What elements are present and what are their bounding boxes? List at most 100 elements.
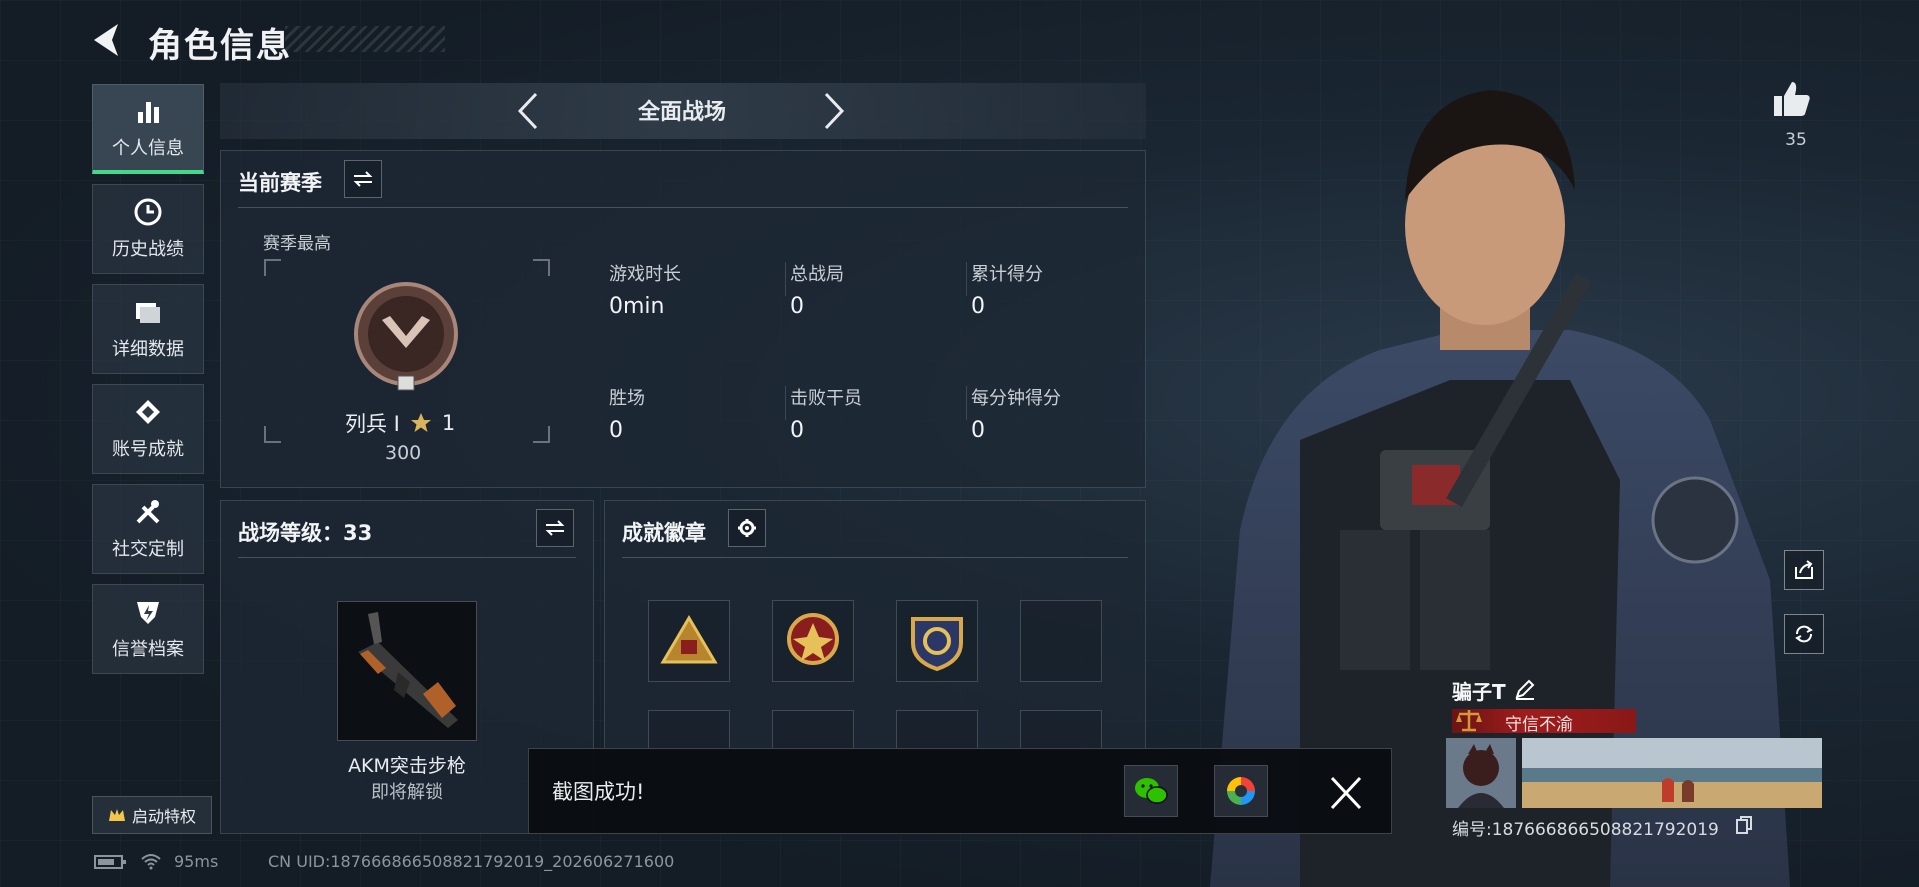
badge-slot-empty[interactable] (1020, 710, 1102, 748)
folder-icon (136, 303, 160, 323)
skull-badge-icon (787, 613, 839, 665)
player-name: 骗子T (1452, 680, 1506, 704)
badge-slot[interactable] (648, 600, 730, 682)
stat-value: 0min (609, 294, 665, 319)
badges-title: 成就徽章 (622, 521, 706, 545)
privilege-icon (108, 809, 125, 821)
stat-divider (966, 262, 967, 296)
sidebar-item-match-history[interactable]: 历史战绩 (92, 184, 204, 274)
stat-label: 总战局 (790, 264, 844, 285)
sidebar-item-label: 账号成就 (112, 439, 184, 460)
sidebar-item-social-custom[interactable]: 社交定制 (92, 484, 204, 574)
launch-privilege-button[interactable]: 启动特权 (92, 796, 212, 834)
sidebar-item-detailed-data[interactable]: 详细数据 (92, 284, 204, 374)
stat-value: 0 (790, 294, 804, 319)
avatar (1446, 738, 1516, 808)
toast-close-button[interactable] (1320, 770, 1372, 816)
badge-slot-empty[interactable] (772, 710, 854, 748)
wifi-icon (141, 854, 161, 870)
sidebar-item-label: 个人信息 (112, 137, 184, 159)
rank-points: 300 (385, 442, 422, 464)
badge-slot[interactable] (896, 600, 978, 682)
back-button[interactable] (88, 18, 128, 62)
profile-banner (1522, 738, 1822, 808)
sidebar-item-personal-info[interactable]: 个人信息 (92, 84, 204, 174)
toast-message: 截图成功! (552, 780, 645, 804)
stat-value: 0 (971, 418, 985, 443)
stat-label: 每分钟得分 (971, 388, 1061, 409)
star-icon (410, 413, 431, 432)
badges-divider (622, 557, 1128, 558)
switch-arrows-icon (545, 520, 565, 536)
season-title: 当前赛季 (238, 171, 322, 195)
stat-label: 击败干员 (790, 388, 862, 409)
stat-label: 游戏时长 (609, 264, 681, 285)
season-best-label: 赛季最高 (263, 234, 331, 254)
level-divider (238, 557, 576, 558)
moments-icon (1227, 777, 1255, 805)
player-id: 编号:18766686650882179​2019 (1452, 820, 1719, 840)
badge-slot[interactable] (772, 600, 854, 682)
stat-divider (785, 386, 786, 420)
sidebar-item-label: 历史战绩 (112, 239, 184, 260)
refresh-icon (1795, 625, 1813, 643)
scales-icon (1456, 710, 1482, 732)
switch-arrows-icon (353, 171, 373, 187)
mode-prev-button[interactable] (510, 88, 546, 134)
clock-icon (134, 198, 162, 226)
close-icon (1330, 776, 1362, 810)
stat-label: 胜场 (609, 388, 645, 409)
thumbs-up-icon[interactable] (1772, 80, 1812, 120)
achievement-icon (136, 400, 160, 424)
tools-icon (136, 500, 160, 524)
badge-slot-empty[interactable] (896, 710, 978, 748)
share-button[interactable] (1784, 550, 1824, 590)
badge-slot-empty[interactable] (648, 710, 730, 748)
level-switch-button[interactable] (536, 509, 574, 547)
stat-value: 0 (790, 418, 804, 443)
chevron-left-icon (517, 92, 538, 130)
sidebar-item-label: 信誉档案 (112, 639, 184, 660)
rank-stars: 1 (441, 411, 456, 435)
season-divider (238, 207, 1128, 208)
shield-badge-icon (911, 617, 963, 672)
level-title: 战场等级：33 (238, 521, 373, 545)
share-icon (1795, 560, 1813, 579)
refresh-button[interactable] (1784, 614, 1824, 654)
battery-icon (94, 855, 126, 869)
bar-chart-icon (138, 101, 159, 123)
uid-text: CN UID:18766686650882179​2019_2026062716… (268, 852, 675, 871)
wechat-icon (1135, 778, 1168, 804)
rifle-icon (358, 612, 458, 728)
rank-row: 列兵 I 1 (345, 408, 455, 438)
launch-privilege-label: 启动特权 (131, 807, 196, 826)
mode-next-button[interactable] (816, 88, 852, 134)
stat-value: 0 (971, 294, 985, 319)
chevron-right-icon (824, 92, 845, 130)
shield-bolt-icon (137, 602, 159, 624)
pyramid-badge-icon (660, 615, 718, 664)
season-switch-button[interactable] (344, 160, 382, 198)
mode-label: 全面战场 (637, 100, 726, 125)
page-title: 角色信息 (148, 26, 292, 66)
like-count: 35 (1785, 130, 1807, 150)
rank-emblem-icon (354, 282, 458, 391)
weapon-card[interactable] (337, 601, 477, 741)
sidebar-item-achievements[interactable]: 账号成就 (92, 384, 204, 474)
share-wechat-button[interactable] (1124, 765, 1178, 817)
back-arrow-icon (94, 24, 118, 56)
sidebar-item-label: 详细数据 (112, 339, 184, 360)
badges-settings-button[interactable] (728, 509, 766, 547)
stat-value: 0 (609, 418, 623, 443)
gear-icon (738, 519, 756, 537)
stat-divider (785, 262, 786, 296)
edit-icon[interactable] (1514, 678, 1536, 700)
stat-label: 累计得分 (971, 264, 1043, 285)
title-decoration (285, 26, 445, 52)
share-moments-button[interactable] (1214, 765, 1268, 817)
badge-slot-empty[interactable] (1020, 600, 1102, 682)
copy-icon[interactable] (1736, 816, 1752, 834)
sidebar-item-reputation[interactable]: 信誉档案 (92, 584, 204, 674)
ping-text: 95ms (174, 852, 219, 871)
sidebar-item-label: 社交定制 (112, 539, 184, 560)
